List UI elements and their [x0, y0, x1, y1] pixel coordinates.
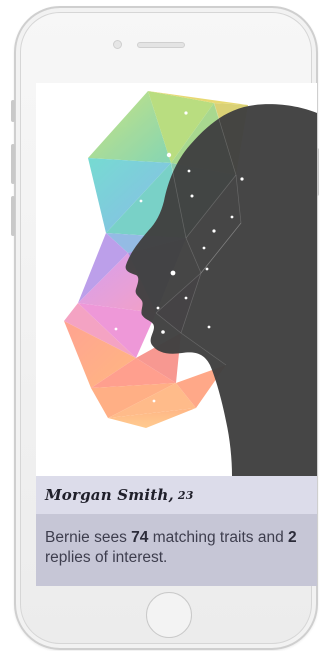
traits-count: 74 [131, 529, 149, 546]
volume-up-button [11, 144, 15, 184]
silent-switch [11, 100, 15, 122]
app-screen: Morgan Smith, 23 Bernie sees 74 matching… [36, 83, 317, 586]
profile-name: Morgan Smith, [45, 486, 174, 504]
home-button-icon[interactable] [146, 592, 192, 638]
match-summary-prefix: Bernie sees [45, 529, 132, 546]
profile-name-bar: Morgan Smith, 23 [36, 476, 317, 514]
volume-down-button [11, 196, 15, 236]
match-summary-middle: matching traits and [148, 529, 288, 546]
profile-age: 23 [177, 488, 194, 502]
profile-silhouette-artwork [64, 91, 317, 476]
replies-count: 2 [288, 529, 297, 546]
match-summary: Bernie sees 74 matching traits and 2 rep… [45, 528, 310, 568]
match-info-panel: Bernie sees 74 matching traits and 2 rep… [36, 514, 317, 586]
match-summary-suffix: replies of interest. [45, 549, 168, 566]
speaker-icon [137, 42, 185, 48]
camera-icon [113, 40, 122, 49]
